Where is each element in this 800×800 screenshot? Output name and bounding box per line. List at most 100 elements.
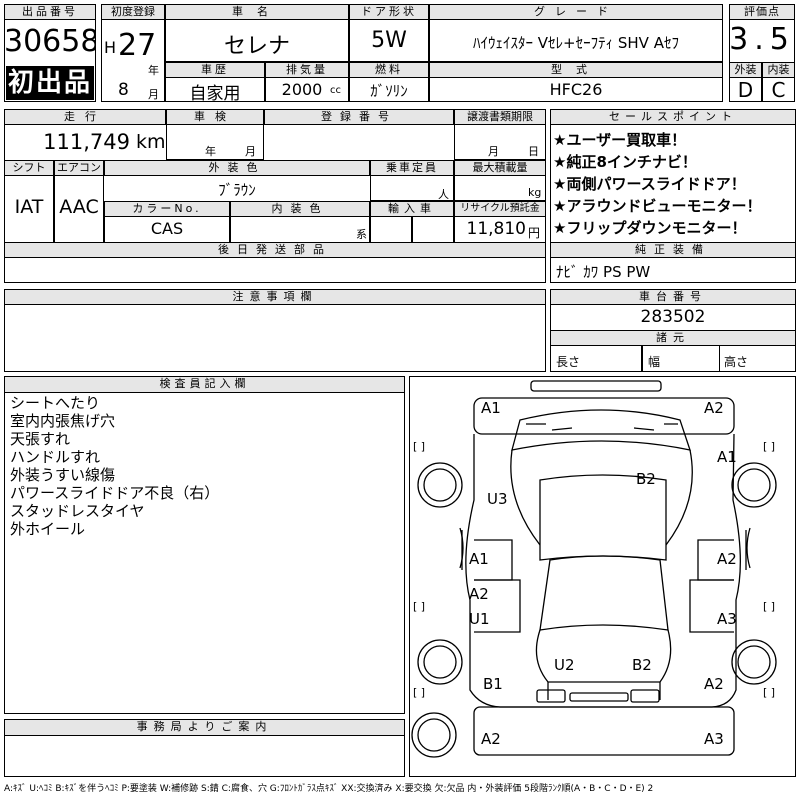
int-color-cell [230, 216, 370, 243]
bracket-marker: [ ] [413, 686, 426, 699]
bracket-marker: [ ] [763, 440, 776, 453]
damage-code: A2 [717, 550, 737, 568]
shift: IAT [14, 196, 44, 218]
import-cell-b [412, 216, 454, 243]
score: 3.5 [729, 22, 795, 57]
lot-label: 出品番号 [4, 4, 96, 20]
mileage: 111,749 [43, 130, 130, 154]
damage-code: A3 [704, 730, 724, 748]
displacement: 2000 [281, 80, 323, 99]
sales-point: ★アラウンドビューモニター！ [553, 197, 762, 215]
damage-code: A2 [469, 585, 489, 603]
grade-label: グレード [429, 4, 723, 20]
remark-item: ハンドルすれ [10, 448, 101, 466]
legend-text: A:ｷｽﾞ U:ﾍｺﾐ B:ｷｽﾞを伴うﾍｺﾐ P:要塗装 W:補修跡 S:錆 … [4, 784, 654, 794]
import-label: 輸入車 [370, 201, 454, 217]
import-cell-a [370, 216, 412, 243]
reg-year: 27 [118, 28, 157, 63]
damage-code: A2 [704, 399, 724, 417]
displacement-label: 排気量 [265, 62, 349, 78]
damage-code: U1 [469, 610, 490, 628]
color-no-label: カラーNo. [104, 201, 230, 217]
load-unit: kg [528, 186, 542, 199]
door-type: 5W [371, 28, 407, 53]
damage-code: U3 [487, 490, 508, 508]
inspector-list: シートへたり 室内内張焦げ穴 天張すれ ハンドルすれ 外装うすい線傷 パワースラ… [10, 394, 219, 538]
damage-code: A1 [469, 550, 489, 568]
color-no: CAS [150, 219, 184, 238]
recycle-amount: 11,810 [466, 219, 526, 239]
equipment-value: ﾅﾋﾞ ｶﾜ PS PW [556, 263, 651, 281]
history-label: 車歴 [165, 62, 265, 78]
vehicle-diagram [411, 380, 777, 758]
sales-point: ★純正8インチナビ！ [553, 153, 697, 171]
lot-number: 30658 [4, 24, 96, 59]
mileage-unit: km [136, 131, 166, 153]
reg-month-unit: 月 [148, 88, 159, 101]
reg-no-label: 登録番号 [264, 109, 454, 125]
door-label: ドア形状 [349, 4, 429, 20]
damage-code: B2 [636, 470, 656, 488]
inspector-label: 検査員記入欄 [4, 376, 405, 393]
damage-code: A2 [704, 675, 724, 693]
sales-points-label: セールスポイント [550, 109, 796, 125]
transfer-month-unit: 月 [488, 145, 499, 158]
damage-code: A2 [481, 730, 501, 748]
displacement-unit: cc [330, 85, 341, 96]
mileage-label: 走行 [4, 109, 166, 125]
sales-point: ★両側パワースライドドア！ [553, 175, 746, 193]
remark-item: スタッドレスタイヤ [10, 502, 145, 520]
exterior-grade: D [737, 78, 754, 102]
int-color-label: 内装色 [230, 201, 370, 217]
damage-code: A3 [717, 610, 737, 628]
registration-label: 初度登録 [101, 4, 165, 20]
interior-grade-label: 内装 [762, 62, 795, 78]
sales-point: ★フリップダウンモニター！ [553, 219, 747, 237]
shift-label: シフト [4, 160, 54, 176]
grade: ﾊｲｳｪｲｽﾀｰ Vｾﾚ+ｾｰﾌﾃｨ SHV Aｾﾌ [473, 34, 679, 52]
remark-item: 室内内張焦げ穴 [10, 412, 116, 430]
era: H [104, 38, 117, 57]
int-color-unit: 系 [356, 228, 367, 241]
fuel-label: 燃料 [349, 62, 429, 78]
car-name: セレナ [223, 34, 290, 59]
car-name-label: 車名 [165, 4, 349, 20]
transfer-day-unit: 日 [528, 145, 539, 158]
remark-item: シートへたり [10, 394, 101, 412]
chassis-number: 283502 [640, 307, 706, 327]
bracket-marker: [ ] [413, 600, 426, 613]
interior-grade: C [771, 78, 786, 102]
transfer-label: 譲渡書類期限 [454, 109, 546, 125]
bracket-marker: [ ] [763, 686, 776, 699]
damage-code: U2 [554, 656, 575, 674]
equipment-label: 純正装備 [550, 242, 796, 258]
inspection-month-unit: 月 [245, 145, 256, 158]
fuel: ｶﾞｿﾘﾝ [370, 82, 408, 100]
damage-code: A1 [717, 448, 737, 466]
remark-item: 外装うすい線傷 [10, 466, 116, 484]
sales-point: ★ユーザー買取車！ [553, 131, 687, 149]
ext-color-label: 外装色 [104, 160, 370, 176]
length-label: 長さ [556, 355, 581, 369]
remark-item: パワースライドドア不良（右） [10, 484, 220, 502]
model-label: 型式 [429, 62, 723, 78]
width-label: 幅 [648, 355, 661, 369]
history: 自家用 [189, 84, 241, 104]
capacity-unit: 人 [438, 188, 449, 201]
remark-item: 外ホイール [10, 520, 86, 538]
sales-points-list: ★ユーザー買取車！ ★純正8インチナビ！ ★両側パワースライドドア！ ★アラウン… [553, 129, 795, 239]
ac: AAC [59, 196, 99, 218]
recycle-unit: 円 [528, 226, 541, 240]
load-label: 最大積載量 [454, 160, 546, 176]
inspection-year-unit: 年 [205, 145, 216, 158]
damage-code: A1 [481, 399, 501, 417]
later-parts-label: 後日発送部品 [4, 242, 546, 258]
notes-label: 注意事項欄 [4, 289, 546, 305]
height-label: 高さ [724, 355, 749, 369]
reg-month: 8 [118, 80, 129, 100]
dims-label: 諸元 [550, 330, 796, 346]
bracket-marker: [ ] [763, 600, 776, 613]
remark-item: 天張すれ [10, 430, 71, 448]
damage-code: B2 [632, 656, 652, 674]
ac-label: エアコン [54, 160, 104, 176]
